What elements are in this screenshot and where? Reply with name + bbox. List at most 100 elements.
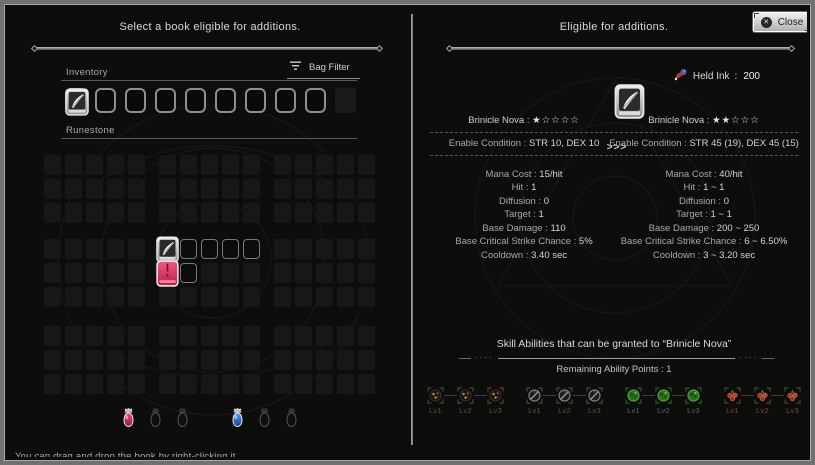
grid-cell[interactable] (128, 263, 145, 283)
grid-cell[interactable] (222, 263, 239, 283)
ability-node[interactable]: Lv2 (754, 387, 771, 415)
grid-cell[interactable] (295, 155, 312, 175)
grid-cell[interactable] (201, 287, 218, 307)
inventory-slot[interactable] (245, 88, 266, 113)
grid-cell[interactable] (201, 155, 218, 175)
grid-cell[interactable] (316, 239, 333, 259)
charm-empty-icon[interactable] (149, 408, 162, 429)
grid-cell[interactable] (107, 155, 124, 175)
inventory-slot[interactable] (215, 88, 236, 113)
grid-cell[interactable] (201, 179, 218, 199)
ability-node[interactable]: Lv1 (427, 387, 444, 415)
grid-cell[interactable] (65, 179, 82, 199)
grid-cell[interactable] (222, 287, 239, 307)
grid-cell[interactable] (243, 374, 260, 394)
grid-cell[interactable] (65, 374, 82, 394)
grid-cell[interactable] (201, 203, 218, 223)
grid-cell[interactable] (44, 326, 61, 346)
grid-cell[interactable] (243, 239, 260, 259)
inventory-slot[interactable] (275, 88, 296, 113)
charm-empty-icon[interactable] (258, 408, 271, 429)
ability-node[interactable]: Lv3 (784, 387, 801, 415)
grid-cell[interactable] (65, 155, 82, 175)
grid-cell[interactable] (358, 350, 375, 370)
grid-cell[interactable] (337, 155, 354, 175)
grid-cell[interactable] (337, 239, 354, 259)
ability-node[interactable]: Lv2 (655, 387, 672, 415)
grid-cell[interactable] (243, 203, 260, 223)
grid-cell[interactable] (128, 179, 145, 199)
grid-cell[interactable] (159, 350, 176, 370)
grid-cell[interactable] (337, 374, 354, 394)
grid-cell[interactable] (222, 374, 239, 394)
grid-cell[interactable] (65, 287, 82, 307)
grid-cell[interactable] (243, 263, 260, 283)
ability-node[interactable]: Lv2 (556, 387, 573, 415)
grid-cell[interactable] (107, 263, 124, 283)
grid-cell[interactable] (337, 203, 354, 223)
grid-cell[interactable] (243, 287, 260, 307)
grid-cell[interactable] (337, 350, 354, 370)
inventory-slot[interactable] (95, 88, 116, 113)
grid-cell[interactable] (274, 155, 291, 175)
grid-cell[interactable] (128, 350, 145, 370)
grid-cell[interactable] (128, 287, 145, 307)
grid-cell[interactable] (201, 374, 218, 394)
grid-cell[interactable] (180, 203, 197, 223)
grid-cell[interactable] (337, 326, 354, 346)
grid-cell[interactable] (44, 374, 61, 394)
grid-cell[interactable] (316, 287, 333, 307)
grid-cell[interactable] (337, 263, 354, 283)
grid-cell[interactable] (358, 179, 375, 199)
grid-cell[interactable] (107, 239, 124, 259)
bag-filter-button[interactable]: Bag Filter (287, 61, 360, 79)
grid-cell[interactable] (295, 263, 312, 283)
grid-cell[interactable] (295, 179, 312, 199)
grid-cell[interactable] (180, 155, 197, 175)
grid-cell[interactable] (274, 287, 291, 307)
grid-cell[interactable] (180, 326, 197, 346)
grid-cell[interactable] (44, 263, 61, 283)
grid-cell[interactable] (201, 326, 218, 346)
grid-cell[interactable] (295, 374, 312, 394)
grid-cell[interactable] (243, 326, 260, 346)
grid-cell[interactable] (274, 374, 291, 394)
inventory-slot[interactable] (125, 88, 146, 113)
grid-cell[interactable] (159, 326, 176, 346)
grid-cell[interactable] (316, 203, 333, 223)
grid-cell[interactable] (358, 326, 375, 346)
grid-cell[interactable] (159, 203, 176, 223)
grid-cell[interactable] (222, 179, 239, 199)
grid-cell[interactable] (274, 239, 291, 259)
grid-cell[interactable] (274, 179, 291, 199)
grid-cell[interactable] (107, 287, 124, 307)
grid-cell[interactable] (65, 263, 82, 283)
charm-empty-icon[interactable] (176, 408, 189, 429)
grid-cell[interactable] (86, 350, 103, 370)
grid-cell[interactable] (243, 155, 260, 175)
grid-cell[interactable] (86, 179, 103, 199)
grid-cell[interactable] (107, 179, 124, 199)
grid-cell[interactable] (316, 263, 333, 283)
grid-cell[interactable] (44, 179, 61, 199)
grid-cell[interactable] (243, 179, 260, 199)
grid-cell[interactable] (44, 203, 61, 223)
grid-cell[interactable] (358, 374, 375, 394)
ability-node[interactable]: Lv3 (487, 387, 504, 415)
grid-cell[interactable] (201, 239, 218, 259)
grid-cell[interactable] (274, 326, 291, 346)
grid-cell[interactable] (44, 239, 61, 259)
grid-cell[interactable] (159, 239, 176, 259)
grid-cell[interactable] (159, 179, 176, 199)
grid-cell[interactable] (337, 179, 354, 199)
grid-cell[interactable] (201, 350, 218, 370)
grid-cell[interactable] (44, 287, 61, 307)
grid-cell[interactable] (86, 155, 103, 175)
grid-cell[interactable] (159, 155, 176, 175)
grid-cell[interactable] (86, 239, 103, 259)
grid-cell[interactable] (107, 203, 124, 223)
grid-cell[interactable] (316, 155, 333, 175)
grid-cell[interactable] (65, 239, 82, 259)
grid-cell[interactable] (44, 350, 61, 370)
grid-cell[interactable] (159, 287, 176, 307)
